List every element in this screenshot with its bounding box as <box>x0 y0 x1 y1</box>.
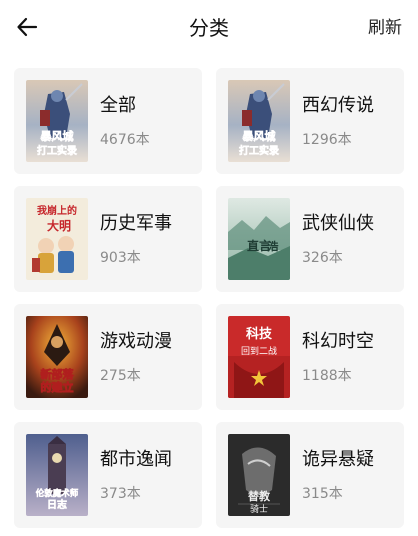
book-cover: 我崩上的 大明 <box>26 198 88 280</box>
category-count: 4676本 <box>100 132 150 148</box>
svg-text:的建立: 的建立 <box>41 380 74 394</box>
category-card-western-fantasy[interactable]: 暴风城 打工实录 西幻传说 1296本 <box>216 68 404 174</box>
category-card-scifi[interactable]: 科技 回到二战 科幻时空 1188本 <box>216 304 404 410</box>
category-card-history-military[interactable]: 我崩上的 大明 历史军事 903本 <box>14 186 202 292</box>
svg-text:暴风城: 暴风城 <box>242 129 276 143</box>
category-card-mystery[interactable]: 替教 骑士 诡异悬疑 315本 <box>216 422 404 528</box>
svg-text:打工实录: 打工实录 <box>37 144 77 157</box>
category-count: 903本 <box>100 250 141 266</box>
svg-text:暴风城: 暴风城 <box>40 129 74 143</box>
category-card-games-anime[interactable]: 新部落 的建立 游戏动漫 275本 <box>14 304 202 410</box>
book-cover: 科技 回到二战 <box>228 316 290 398</box>
arrow-left-icon <box>17 17 38 37</box>
svg-text:回到二战: 回到二战 <box>241 345 277 357</box>
back-button[interactable] <box>12 12 42 42</box>
book-cover: 暴风城 打工实录 <box>228 80 290 162</box>
book-cover: 暴风城 打工实录 <box>26 80 88 162</box>
category-card-all[interactable]: 暴风城 打工实录 全部 4676本 <box>14 68 202 174</box>
category-name: 科幻时空 <box>302 331 374 352</box>
category-count: 1296本 <box>302 132 352 148</box>
svg-text:替教: 替教 <box>248 489 271 503</box>
category-name: 诡异悬疑 <box>302 449 374 470</box>
category-name: 武侠仙侠 <box>302 213 374 234</box>
category-card-urban[interactable]: 伦敦魔术师 日志 都市逸闻 373本 <box>14 422 202 528</box>
svg-text:大明: 大明 <box>47 218 71 233</box>
svg-text:伦敦魔术师: 伦敦魔术师 <box>36 488 79 499</box>
book-cover: 新部落 的建立 <box>26 316 88 398</box>
book-cover: 替教 骑士 <box>228 434 290 516</box>
category-name: 西幻传说 <box>302 95 374 116</box>
svg-text:我崩上的: 我崩上的 <box>37 204 77 217</box>
svg-text:打工实录: 打工实录 <box>239 144 279 157</box>
category-name: 游戏动漫 <box>100 331 172 352</box>
category-name: 都市逸闻 <box>100 449 172 470</box>
category-name: 历史军事 <box>100 213 172 234</box>
top-bar: 分类 刷新 <box>0 0 418 56</box>
category-grid: 暴风城 打工实录 全部 4676本 暴风城 打工实录 西幻传说 1296本 我崩… <box>14 68 404 528</box>
svg-text:日志: 日志 <box>47 498 67 511</box>
category-name: 全部 <box>100 95 136 116</box>
book-cover: 伦敦魔术师 日志 <box>26 434 88 516</box>
category-count: 275本 <box>100 368 141 384</box>
svg-text:科技: 科技 <box>246 326 273 342</box>
category-count: 315本 <box>302 486 343 502</box>
svg-text:新部落: 新部落 <box>41 367 75 381</box>
category-count: 1188本 <box>302 368 352 384</box>
category-count: 373本 <box>100 486 141 502</box>
category-count: 326本 <box>302 250 343 266</box>
refresh-button[interactable]: 刷新 <box>368 16 402 40</box>
book-cover: 直言 浩 <box>228 198 290 280</box>
svg-text:骑士: 骑士 <box>250 503 268 515</box>
svg-text:浩: 浩 <box>268 239 279 253</box>
page-title: 分类 <box>189 16 229 40</box>
category-card-wuxia-xianxia[interactable]: 直言 浩 武侠仙侠 326本 <box>216 186 404 292</box>
